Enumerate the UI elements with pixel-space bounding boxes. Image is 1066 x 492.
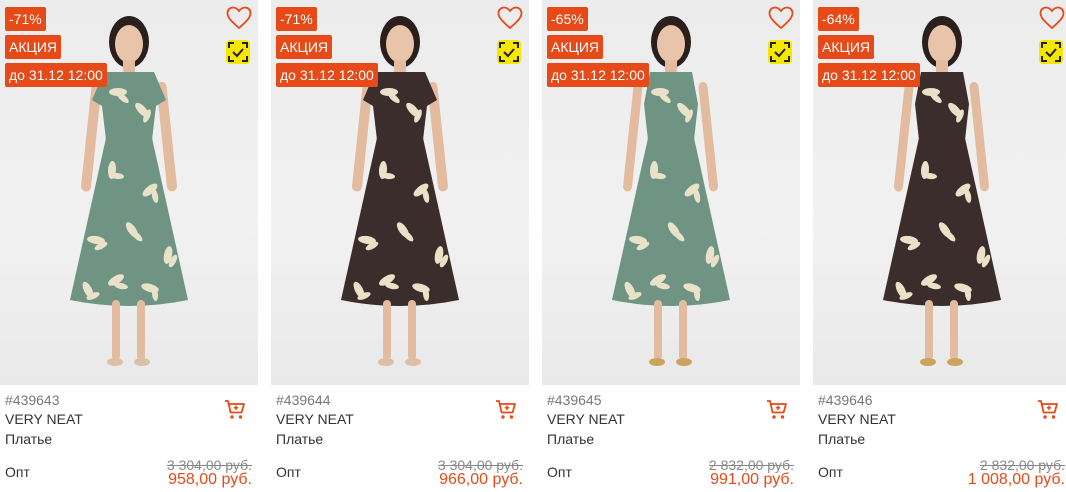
deadline-badge: до 31.12 12:00	[818, 63, 920, 87]
cart-icon[interactable]	[766, 399, 788, 421]
opt-label: Опт	[547, 464, 572, 480]
discount-badge: -71%	[276, 7, 317, 31]
product-info: #439643 VERY NEAT Платье Опт 3 304,00 ру…	[0, 385, 258, 492]
heart-icon[interactable]	[1039, 6, 1065, 30]
cart-icon[interactable]	[224, 399, 246, 421]
product-grid: -71% АКЦИЯ до 31.12 12:00 #439643 VERY N…	[0, 0, 1066, 492]
product-brand[interactable]: VERY NEAT	[276, 411, 354, 427]
product-sku: #439643	[5, 392, 60, 408]
current-price: 1 008,00 руб.	[967, 471, 1065, 488]
opt-label: Опт	[5, 464, 30, 480]
current-price: 958,00 руб.	[168, 471, 252, 488]
product-sku: #439646	[818, 392, 873, 408]
current-price: 991,00 руб.	[710, 471, 794, 488]
promo-badge: АКЦИЯ	[5, 35, 62, 59]
discount-badge: -65%	[547, 7, 588, 31]
product-sku: #439644	[276, 392, 331, 408]
product-info: #439645 VERY NEAT Платье Опт 2 832,00 ру…	[542, 385, 800, 492]
current-price: 966,00 руб.	[439, 471, 523, 488]
product-type: Платье	[547, 431, 595, 447]
cart-icon[interactable]	[1037, 399, 1059, 421]
scan-check-icon[interactable]	[1039, 40, 1063, 64]
product-sku: #439645	[547, 392, 602, 408]
product-card[interactable]: -71% АКЦИЯ до 31.12 12:00 #439643 VERY N…	[0, 0, 258, 492]
scan-check-icon[interactable]	[497, 40, 521, 64]
cart-icon[interactable]	[495, 399, 517, 421]
promo-badge: АКЦИЯ	[547, 35, 604, 59]
product-card[interactable]: -65% АКЦИЯ до 31.12 12:00 #439645 VERY N…	[542, 0, 800, 492]
discount-badge: -64%	[818, 7, 859, 31]
deadline-badge: до 31.12 12:00	[5, 63, 107, 87]
heart-icon[interactable]	[497, 6, 523, 30]
deadline-badge: до 31.12 12:00	[276, 63, 378, 87]
scan-check-icon[interactable]	[768, 40, 792, 64]
product-brand[interactable]: VERY NEAT	[818, 411, 896, 427]
opt-label: Опт	[276, 464, 301, 480]
product-brand[interactable]: VERY NEAT	[547, 411, 625, 427]
scan-check-icon[interactable]	[226, 40, 250, 64]
promo-badge: АКЦИЯ	[276, 35, 333, 59]
product-info: #439646 VERY NEAT Платье Опт 2 832,00 ру…	[813, 385, 1066, 492]
heart-icon[interactable]	[768, 6, 794, 30]
product-brand[interactable]: VERY NEAT	[5, 411, 83, 427]
product-info: #439644 VERY NEAT Платье Опт 3 304,00 ру…	[271, 385, 529, 492]
heart-icon[interactable]	[226, 6, 252, 30]
product-card[interactable]: -64% АКЦИЯ до 31.12 12:00 #439646 VERY N…	[813, 0, 1066, 492]
promo-badge: АКЦИЯ	[818, 35, 875, 59]
opt-label: Опт	[818, 464, 843, 480]
product-card[interactable]: -71% АКЦИЯ до 31.12 12:00 #439644 VERY N…	[271, 0, 529, 492]
product-type: Платье	[5, 431, 53, 447]
product-type: Платье	[276, 431, 324, 447]
discount-badge: -71%	[5, 7, 46, 31]
product-type: Платье	[818, 431, 866, 447]
deadline-badge: до 31.12 12:00	[547, 63, 649, 87]
